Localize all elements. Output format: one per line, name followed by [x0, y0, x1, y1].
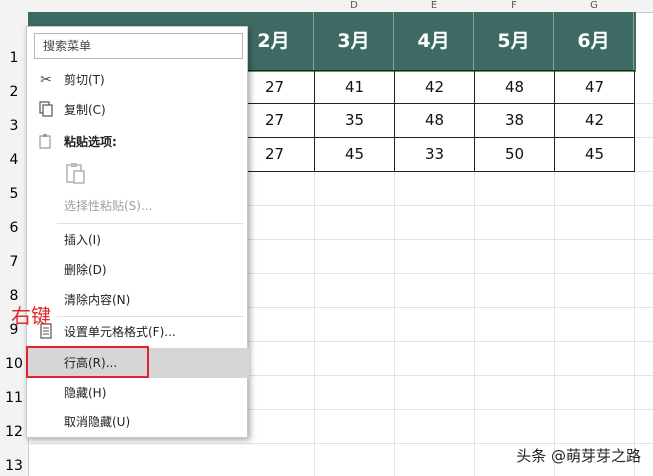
row-header-10[interactable]: 10 — [0, 356, 28, 372]
menu-item-copy-label: 复制(C) — [64, 103, 106, 117]
menu-item-format-cells-label: 设置单元格格式(F)... — [64, 325, 176, 339]
menu-item-clear-contents[interactable]: 清除内容(N) — [27, 287, 249, 313]
menu-item-paste-special-label: 选择性粘贴(S)... — [64, 199, 153, 213]
menu-item-clear-contents-label: 清除内容(N) — [64, 293, 131, 307]
row-header-6[interactable]: 6 — [0, 220, 28, 236]
cell-r2-c4[interactable]: 38 — [474, 103, 555, 138]
column-header-d[interactable]: D — [314, 0, 394, 12]
menu-item-insert[interactable]: 插入(I) — [27, 227, 249, 253]
column-header-g[interactable]: G — [554, 0, 634, 12]
row-header-7[interactable]: 7 — [0, 254, 28, 270]
cell-r2-c3[interactable]: 48 — [394, 103, 475, 138]
row-header-11[interactable]: 11 — [0, 390, 28, 406]
menu-item-delete[interactable]: 删除(D) — [27, 257, 249, 283]
cell-r3-c4[interactable]: 50 — [474, 137, 555, 172]
cell-r3-c2[interactable]: 45 — [314, 137, 395, 172]
menu-item-paste-options-label: 粘贴选项: — [64, 135, 117, 149]
row-height-highlight-box — [26, 346, 149, 378]
cell-r2-c2[interactable]: 35 — [314, 103, 395, 138]
menu-item-delete-label: 删除(D) — [64, 263, 107, 277]
scissors-icon: ✂ — [40, 72, 52, 88]
row-header-1[interactable]: 1 — [0, 50, 28, 66]
header-cell-may[interactable]: 5月 — [474, 12, 554, 70]
header-cell-jun[interactable]: 6月 — [554, 12, 634, 70]
menu-separator — [57, 223, 243, 224]
row-header-4[interactable]: 4 — [0, 152, 28, 168]
row-header-12[interactable]: 12 — [0, 424, 28, 440]
menu-item-paste-special[interactable]: 选择性粘贴(S)... — [27, 193, 249, 219]
column-header-e[interactable]: E — [394, 0, 474, 12]
header-cell-mar[interactable]: 3月 — [314, 12, 394, 70]
menu-item-unhide[interactable]: 取消隐藏(U) — [27, 409, 249, 435]
row-header-3[interactable]: 3 — [0, 118, 28, 134]
cell-r1-c5[interactable]: 47 — [554, 70, 635, 104]
menu-item-hide-label: 隐藏(H) — [64, 386, 107, 400]
cell-r3-c3[interactable]: 33 — [394, 137, 475, 172]
row-header-2[interactable]: 2 — [0, 84, 28, 100]
menu-item-insert-label: 插入(I) — [64, 233, 101, 247]
menu-item-cut-label: 剪切(T) — [64, 73, 105, 87]
menu-item-format-cells[interactable]: 设置单元格格式(F)... — [27, 319, 249, 345]
cell-r1-c2[interactable]: 41 — [314, 70, 395, 104]
row-header-13[interactable]: 13 — [0, 458, 28, 474]
cell-r3-c5[interactable]: 45 — [554, 137, 635, 172]
cell-r1-c3[interactable]: 42 — [394, 70, 475, 104]
menu-search-input[interactable]: 搜索菜单 — [34, 33, 243, 59]
paste-options-icon — [37, 133, 55, 151]
right-click-annotation: 右键 — [11, 304, 51, 328]
paste-button[interactable] — [64, 161, 88, 185]
column-header-f[interactable]: F — [474, 0, 554, 12]
row-header-5[interactable]: 5 — [0, 186, 28, 202]
menu-item-copy[interactable]: 复制(C) — [27, 97, 249, 123]
header-cell-apr[interactable]: 4月 — [394, 12, 474, 70]
menu-separator — [57, 316, 243, 317]
menu-item-hide[interactable]: 隐藏(H) — [27, 380, 249, 406]
copy-icon — [37, 101, 55, 119]
watermark: 头条 @萌芽芽之路 — [516, 447, 641, 465]
menu-item-unhide-label: 取消隐藏(U) — [64, 415, 131, 429]
cell-r2-c5[interactable]: 42 — [554, 103, 635, 138]
cell-r1-c4[interactable]: 48 — [474, 70, 555, 104]
menu-item-paste-options: 粘贴选项: — [27, 129, 249, 155]
menu-item-cut[interactable]: ✂ 剪切(T) — [27, 67, 249, 93]
row-header-strip — [0, 12, 29, 476]
